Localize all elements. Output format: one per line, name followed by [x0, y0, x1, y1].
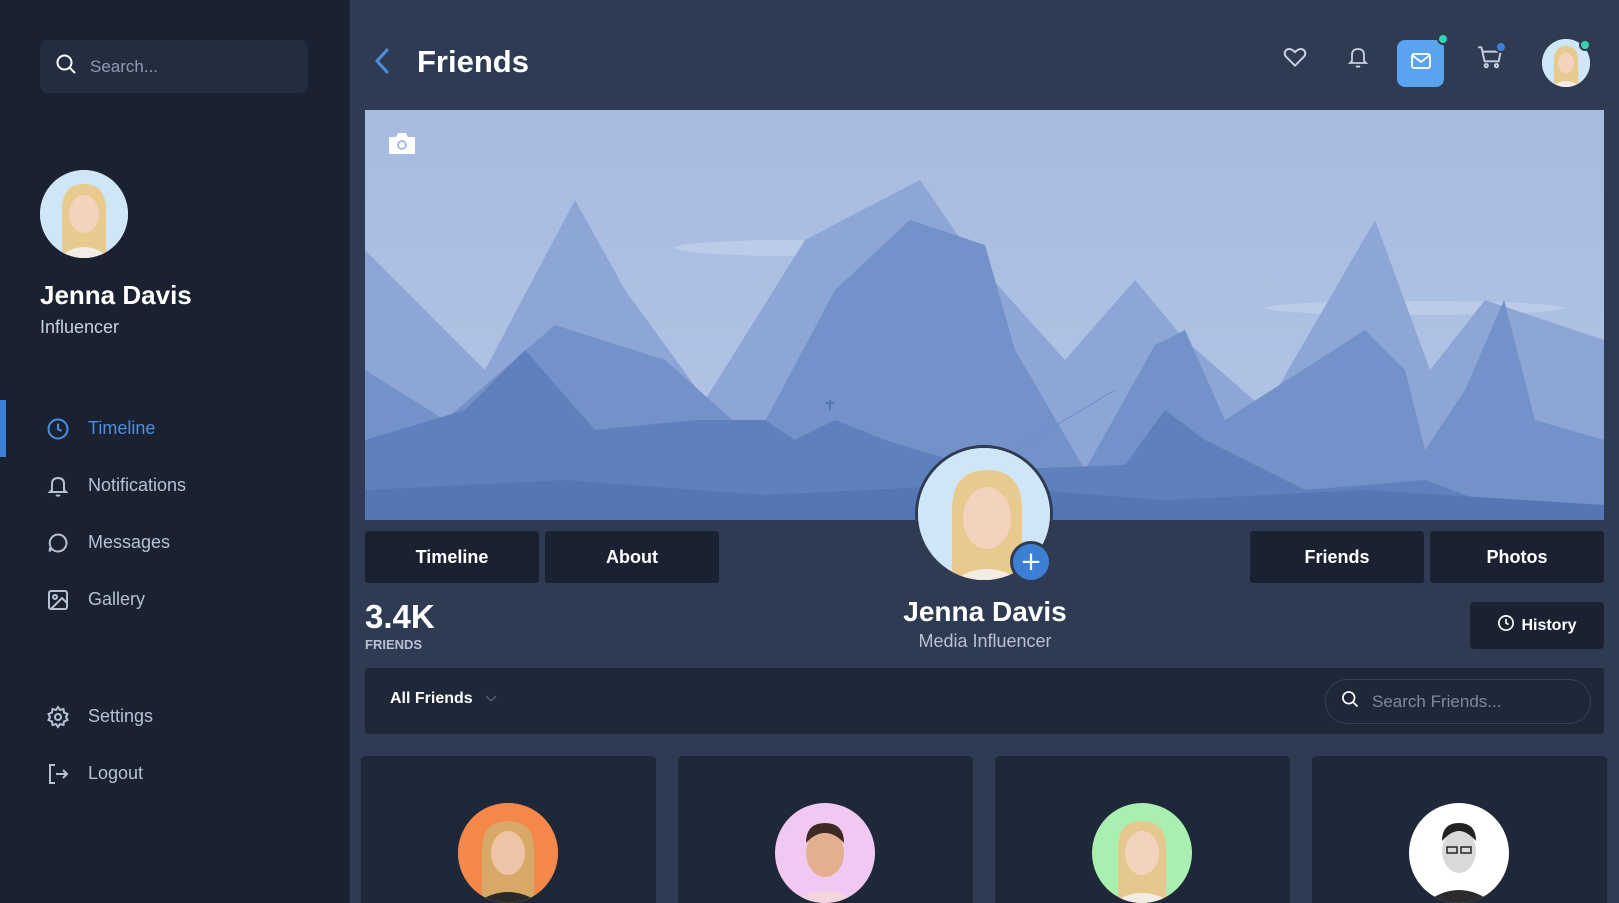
sidebar-item-label: Timeline — [88, 418, 156, 438]
sidebar-item-settings[interactable]: Settings — [0, 688, 350, 745]
clock-icon — [1497, 614, 1521, 637]
messages-button[interactable] — [1397, 40, 1444, 87]
tab-photos[interactable]: Photos — [1430, 531, 1604, 583]
friend-avatar — [1409, 803, 1509, 903]
sidebar-item-logout[interactable]: Logout — [0, 745, 350, 802]
user-online-dot — [1579, 39, 1591, 51]
page-title: Friends — [417, 44, 529, 79]
cart-badge-dot — [1495, 41, 1507, 53]
online-dot — [1437, 33, 1449, 45]
search-icon — [1340, 689, 1360, 714]
sidebar-item-label: Messages — [88, 532, 171, 552]
sidebar-item-messages[interactable]: Messages — [0, 514, 350, 571]
friends-filter-select[interactable]: All Friends — [390, 690, 497, 708]
friends-search[interactable] — [1325, 679, 1591, 724]
history-label: History — [1521, 616, 1577, 634]
image-icon — [46, 588, 70, 612]
tab-friends[interactable]: Friends — [1250, 531, 1424, 583]
sidebar-item-label: Settings — [88, 706, 154, 726]
filter-selected-label: All Friends — [390, 690, 473, 707]
notifications-button[interactable] — [1343, 44, 1373, 74]
sidebar: Jenna Davis Influencer Timeline Notifica… — [0, 0, 350, 903]
sidebar-bottom-nav: Settings Logout — [0, 688, 350, 802]
sidebar-search[interactable] — [40, 40, 308, 93]
tab-timeline[interactable]: Timeline — [365, 531, 539, 583]
friend-card[interactable] — [678, 756, 973, 903]
profile-name: Jenna Davis — [40, 280, 192, 310]
sidebar-item-timeline[interactable]: Timeline — [0, 400, 350, 457]
favorites-button[interactable] — [1280, 44, 1310, 74]
bell-icon — [1346, 45, 1370, 74]
friends-count: 3.4K — [365, 598, 435, 635]
friend-avatar — [1092, 803, 1192, 903]
sidebar-item-label: Notifications — [88, 475, 187, 495]
change-cover-button[interactable] — [387, 130, 417, 158]
top-header: Friends — [350, 0, 1619, 110]
profile-display-name: Jenna Davis — [903, 596, 1067, 627]
logout-icon — [46, 762, 70, 786]
add-friend-button[interactable]: + — [1010, 541, 1052, 583]
friend-card[interactable] — [995, 756, 1290, 903]
history-button[interactable]: History — [1470, 602, 1604, 649]
gear-icon — [46, 704, 70, 729]
back-button[interactable] — [370, 46, 394, 76]
friend-avatar — [458, 803, 558, 903]
sidebar-nav: Timeline Notifications Messages Gallery — [0, 400, 350, 628]
search-icon — [54, 52, 78, 81]
profile-title: Media Influencer — [918, 631, 1052, 651]
clock-icon — [46, 417, 70, 441]
search-input[interactable] — [90, 56, 290, 77]
sidebar-item-gallery[interactable]: Gallery — [0, 571, 350, 628]
camera-icon — [387, 130, 417, 158]
friends-count-label: FRIENDS — [365, 637, 423, 652]
mail-icon — [1409, 49, 1433, 78]
friends-search-input[interactable] — [1372, 691, 1572, 712]
heart-icon — [1282, 44, 1308, 75]
sidebar-item-notifications[interactable]: Notifications — [0, 457, 350, 514]
friend-card[interactable] — [1312, 756, 1607, 903]
friends-filter-bar: All Friends — [365, 668, 1604, 734]
friend-avatar — [775, 803, 875, 903]
sidebar-item-label: Logout — [88, 763, 144, 783]
message-icon — [46, 531, 70, 555]
chevron-down-icon — [473, 690, 497, 708]
tab-about[interactable]: About — [545, 531, 719, 583]
friend-card[interactable] — [361, 756, 656, 903]
chevron-left-icon — [370, 48, 394, 80]
profile-role: Influencer — [40, 317, 120, 337]
avatar — [40, 170, 128, 258]
bell-icon — [46, 474, 70, 498]
app-root: Jenna Davis Influencer Timeline Notifica… — [0, 0, 1619, 903]
sidebar-item-label: Gallery — [88, 589, 146, 609]
